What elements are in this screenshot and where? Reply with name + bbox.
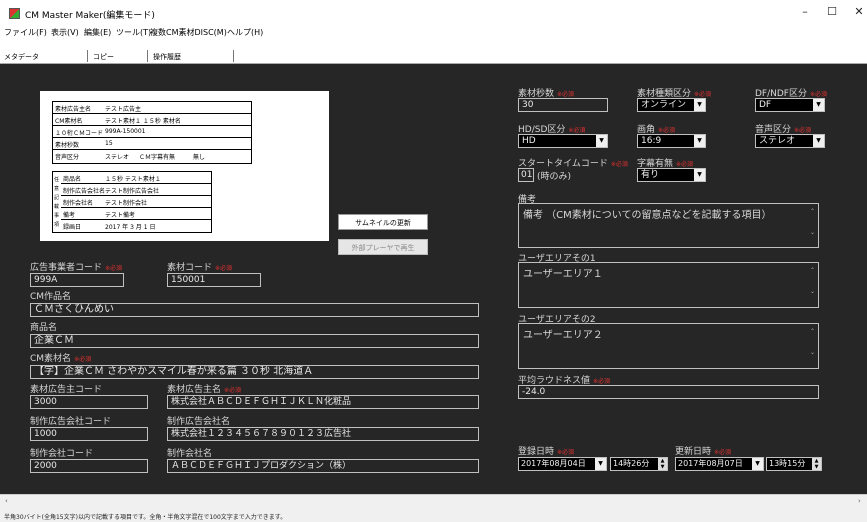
audio-select[interactable]: ステレオ ▼ [755,134,825,148]
chevron-down-icon: ▼ [752,458,763,470]
sponsor-name-label: 素材広告主名 ※必須 [167,385,242,395]
advertiser-code-label: 広告事業者コード ※必須 [30,263,123,273]
preview-table-bottom: 任意記載事項 商品名 １５秒 テスト素材１ 制作広告会社名 テスト制作広告会社 制作… [52,171,212,233]
preview-table-top: 素材広告主名 テスト広告主 CM素材名 テスト素材１ １５秒 素材名 １０桁ＣＭコー… [52,101,252,164]
metadata-panel: 素材広告主名 テスト広告主 CM素材名 テスト素材１ １５秒 素材名 １０桁ＣＭコー… [0,64,867,494]
close-button[interactable]: ✕ [849,5,867,18]
tab-bar: メタデータ コピー 操作履歴 [0,47,867,64]
agency-name-label: 制作広告会社名 [167,417,231,427]
scrollbar[interactable]: ⌃ ⌄ [809,208,816,243]
start-timecode-unit: (時のみ) [537,172,572,182]
preview-row: 素材秒数 15 [53,138,251,150]
seconds-input[interactable]: 30 [518,98,608,112]
preview-row: 素材広告主名 テスト広告主 [53,102,251,114]
cm-title-label: CM作品名 [30,292,72,302]
title-bar: CM Master Maker(編集モード) – ☐ ✕ [0,0,867,27]
chevron-down-icon: ▼ [694,99,705,111]
tab-separator [87,50,88,62]
tab-metadata[interactable]: メタデータ [4,52,39,62]
sponsor-name-input[interactable]: 株式会社ＡＢＣＤＥＦＧＨＩＪＫＬＮ化粧品 [167,395,479,409]
minimize-button[interactable]: – [795,5,815,18]
preview-row: １０桁ＣＭコード 999A-150001 [53,126,251,138]
tab-separator [233,50,234,62]
advertiser-code-input[interactable]: 999A [30,273,124,287]
menu-help[interactable]: ヘルプ(H) [227,27,263,38]
material-code-label: 素材コード ※必須 [167,263,233,273]
chevron-down-icon: ▼ [595,458,606,470]
chevron-down-icon: ▼ [596,135,607,147]
menu-multi-disc[interactable]: 複数CM素材DISC(M) [150,27,227,38]
scrollbar[interactable]: ⌃ ⌄ [809,328,816,364]
chevron-down-icon: ▼ [694,169,705,181]
tab-separator [147,50,148,62]
df-select[interactable]: DF ▼ [755,98,825,112]
preview-side-label: 任意記載事項 [54,177,60,228]
preview-row: 制作広告会社名 テスト制作広告会社 [61,184,211,196]
preview-row: 録画日 2017 年 3 月 1 日 [63,224,156,231]
scrollbar[interactable]: ⌃ ⌄ [809,267,816,303]
start-timecode-input[interactable]: 01 [518,168,534,182]
production-name-input[interactable]: ＡＢＣＤＥＦＧＨＩＪプロダクション（株） [167,459,479,473]
aspect-select[interactable]: 16:9 ▼ [637,134,706,148]
preview-row: 備考 テスト備考 [61,208,211,220]
preview-row: 商品名 １５秒 テスト素材１ [61,172,211,184]
production-name-label: 制作会社名 [167,449,213,459]
menu-bar: ファイル(F) 表示(V) 編集(E) ツール(T) 複数CM素材DISC(M)… [0,27,867,39]
menu-edit[interactable]: 編集(E) [84,27,111,38]
product-name-input[interactable]: 企業ＣＭ [30,334,479,348]
tab-history[interactable]: 操作履歴 [153,52,181,62]
menu-view[interactable]: 表示(V) [51,27,79,38]
updated-date-picker[interactable]: 2017年08月07日 ▼ [675,457,764,471]
production-code-label: 制作会社コード [30,449,94,459]
cm-material-label: CM素材名 ※必須 [30,354,92,364]
tab-copy[interactable]: コピー [93,52,114,62]
sponsor-code-label: 素材広告主コード [30,385,103,395]
update-thumbnail-button[interactable]: サムネイルの更新 [338,214,428,230]
app-window: CM Master Maker(編集モード) – ☐ ✕ ファイル(F) 表示(… [0,0,867,522]
kind-select[interactable]: オンライン ▼ [637,98,706,112]
preview-row: 制作会社名 テスト制作会社 [61,196,211,208]
preview-row: CM素材名 テスト素材１ １５秒 素材名 [53,114,251,126]
material-code-input[interactable]: 150001 [167,273,261,287]
chevron-down-icon: ▼ [694,135,705,147]
updated-time-spinner[interactable]: 13時15分 ▲ ▼ [766,457,822,471]
user-area-2-textarea[interactable]: ユーザーエリア２ ⌃ ⌄ [518,323,819,369]
slate-preview: 素材広告主名 テスト広告主 CM素材名 テスト素材１ １５秒 素材名 １０桁ＣＭコー… [40,91,329,241]
menu-file[interactable]: ファイル(F) [4,27,47,38]
loudness-input[interactable]: -24.0 [518,385,819,399]
caption-select[interactable]: 有り ▼ [637,168,706,182]
registered-time-spinner[interactable]: 14時26分 ▲ ▼ [610,457,668,471]
chevron-down-icon: ▼ [813,99,824,111]
menu-tools[interactable]: ツール(T) [116,27,151,38]
maximize-button[interactable]: ☐ [822,5,842,18]
sponsor-code-input[interactable]: 3000 [30,395,148,409]
hdsd-select[interactable]: HD ▼ [518,134,608,148]
user-area-1-textarea[interactable]: ユーザーエリア１ ⌃ ⌄ [518,262,819,308]
app-icon [9,8,20,19]
chevron-down-icon: ▼ [813,135,824,147]
preview-row: 音声区分 ステレオ ＣＭ字幕有無 無し [55,154,206,161]
notes-textarea[interactable]: 備考 （CM素材についての留意点などを記載する項目） ⌃ ⌄ [518,203,819,248]
external-player-button[interactable]: 外部プレーヤで再生 [338,239,428,255]
spin-arrows-icon[interactable]: ▲ ▼ [812,458,821,470]
product-name-label: 商品名 [30,323,58,333]
spin-arrows-icon[interactable]: ▲ ▼ [658,458,667,470]
window-title: CM Master Maker(編集モード) [25,11,155,21]
start-timecode-label: スタートタイムコード ※必須 [518,159,628,169]
horizontal-scrollbar[interactable]: ‹ › [0,494,867,507]
registered-label: 登録日時 ※必須 [518,447,575,457]
agency-name-input[interactable]: 株式会社１２３４５６７８９０１２３広告社 [167,427,479,441]
production-code-input[interactable]: 2000 [30,459,148,473]
agency-code-label: 制作広告会社コード [30,417,112,427]
cm-title-input[interactable]: ＣＭさくひんめい [30,303,479,317]
agency-code-input[interactable]: 1000 [30,427,148,441]
registered-date-picker[interactable]: 2017年08月04日 ▼ [518,457,607,471]
scroll-right-icon[interactable]: › [858,497,861,505]
updated-label: 更新日時 ※必須 [675,447,732,457]
cm-material-input[interactable]: 【字】企業ＣＭ さわやかスマイル春が来る篇 ３０秒 北海道Ａ [30,365,479,379]
status-bar: 半角30バイト(全角15文字)以内で記載する項目です。全角・半角文字混在で100… [0,507,867,522]
scroll-left-icon[interactable]: ‹ [5,497,8,505]
